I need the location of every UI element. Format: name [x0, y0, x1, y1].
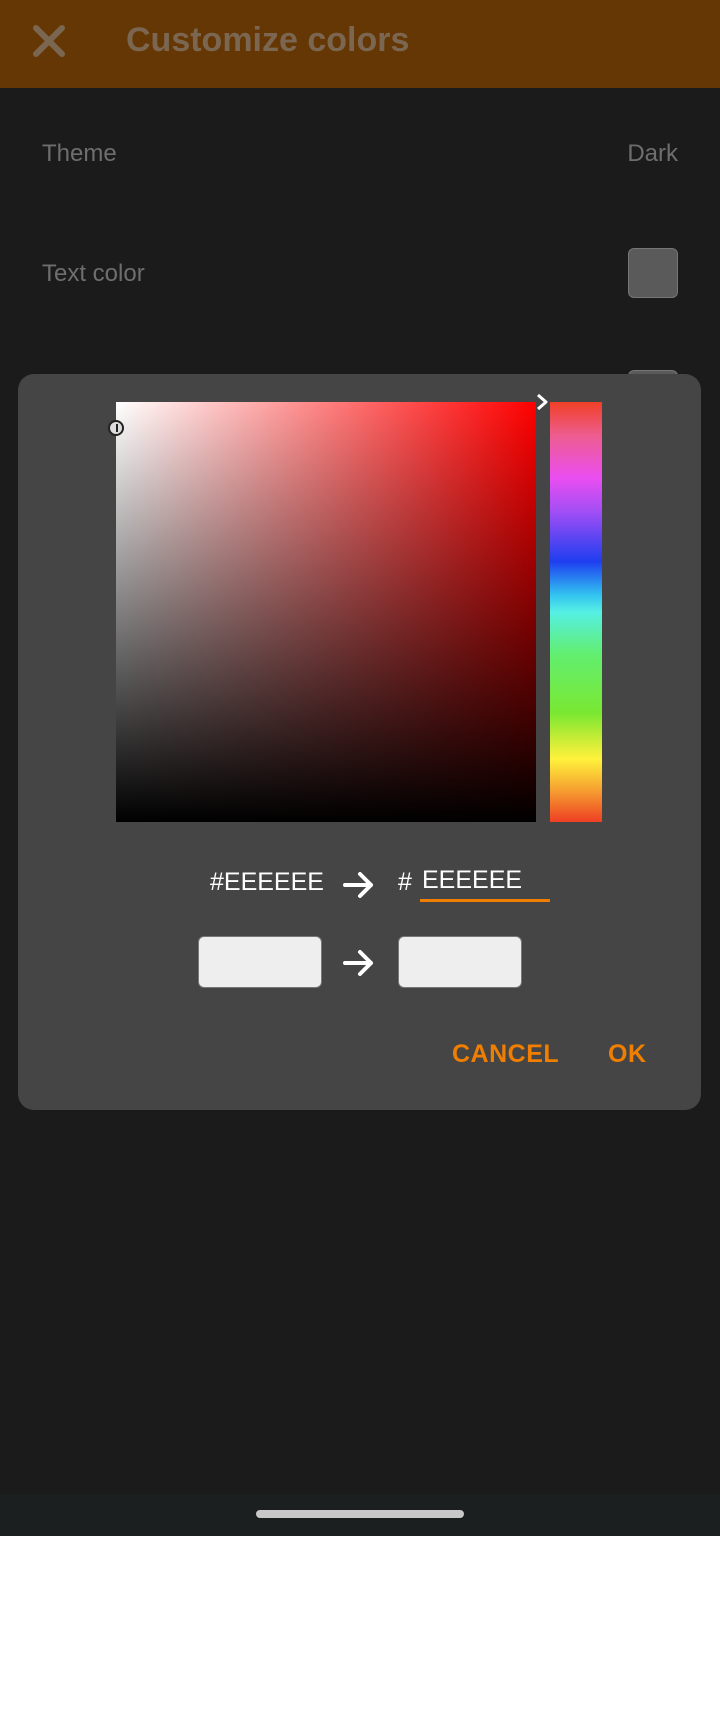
ok-button[interactable]: OK	[608, 1040, 647, 1069]
hex-input[interactable]	[420, 862, 550, 902]
old-color-swatch	[198, 936, 322, 988]
navigation-bar	[0, 1494, 720, 1536]
text-color-swatch[interactable]	[628, 248, 678, 298]
saturation-value-square[interactable]	[116, 402, 536, 822]
theme-label: Theme	[42, 140, 117, 167]
hue-marker-icon[interactable]	[532, 392, 552, 412]
cancel-button[interactable]: CANCEL	[452, 1040, 559, 1069]
screen: Customize colors Theme Dark Text color #…	[0, 0, 720, 1536]
theme-value: Dark	[627, 140, 678, 167]
app-bar: Customize colors	[0, 0, 720, 88]
hue-slider[interactable]	[550, 402, 602, 822]
arrow-right-icon	[343, 950, 373, 976]
color-picker-dialog: #EEEEEE # CANCEL OK	[18, 374, 701, 1110]
hex-hash-prefix: #	[398, 868, 412, 896]
arrow-right-icon	[343, 872, 373, 898]
home-gesture-handle[interactable]	[256, 1510, 464, 1518]
theme-row[interactable]: Theme Dark	[0, 136, 720, 176]
close-icon[interactable]	[30, 22, 68, 60]
saturation-value-handle[interactable]	[108, 420, 124, 436]
old-hex-value: #EEEEEE	[210, 868, 324, 896]
text-color-label: Text color	[42, 260, 145, 287]
text-color-row[interactable]: Text color	[0, 246, 720, 302]
page-title: Customize colors	[126, 21, 410, 59]
new-color-swatch	[398, 936, 522, 988]
